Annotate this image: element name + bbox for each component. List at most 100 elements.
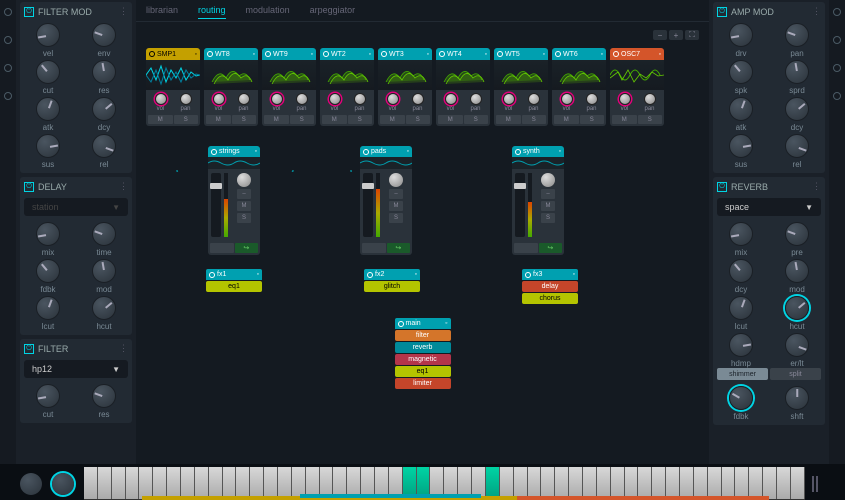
tab-routing[interactable]: routing [198,2,226,19]
osc-button-M[interactable]: M [438,115,463,124]
mixer-button-–[interactable]: – [541,189,555,199]
preset-dropdown[interactable]: space ▼ [717,198,821,216]
fader-handle[interactable] [514,183,526,189]
power-icon[interactable] [209,272,215,278]
panel-menu-icon[interactable]: ⋮ [812,181,821,192]
knob-dial[interactable] [785,333,809,357]
piano-key[interactable] [694,467,708,499]
knob-dial[interactable] [785,23,809,47]
piano-key[interactable] [625,467,639,499]
knob-dial[interactable] [470,93,482,105]
keyboard-handle[interactable] [812,476,814,492]
mixer-menu-icon[interactable]: ◦ [407,148,409,155]
rail-slot[interactable] [4,64,12,72]
osc-menu-icon[interactable]: ◦ [659,51,661,58]
waveform-display[interactable] [320,60,374,90]
piano-key[interactable] [791,467,805,499]
knob-dial[interactable] [729,97,753,121]
power-icon[interactable]: ⏻ [24,182,34,192]
piano-key[interactable] [236,467,250,499]
waveform-display[interactable] [436,60,490,90]
knob-dial[interactable] [36,259,60,283]
tab-arpeggiator[interactable]: arpeggiator [310,2,356,19]
mixer-menu-icon[interactable]: ◦ [559,148,561,155]
fx-slot-chorus[interactable]: chorus [522,293,578,304]
pan-knob[interactable] [541,173,555,187]
knob-dial[interactable] [271,93,283,105]
piano-key[interactable] [749,467,763,499]
knob-dial[interactable] [92,222,116,246]
piano-key[interactable] [722,467,736,499]
knob-dial[interactable] [619,93,631,105]
piano-key[interactable] [569,467,583,499]
tab-modulation[interactable]: modulation [246,2,290,19]
fader-handle[interactable] [210,183,222,189]
osc-button-S[interactable]: S [406,115,431,124]
waveform-display[interactable] [146,60,200,90]
piano-key[interactable] [680,467,694,499]
piano-key[interactable] [708,467,722,499]
osc-menu-icon[interactable]: ◦ [253,51,255,58]
fader-handle[interactable] [362,183,374,189]
knob-dial[interactable] [729,386,753,410]
knob-dial[interactable] [354,93,366,105]
osc-header[interactable]: SMP1 ◦ [146,48,200,60]
mixer-foot-btn[interactable] [362,243,386,253]
knob-dial[interactable] [36,60,60,84]
osc-button-S[interactable]: S [290,115,315,124]
piano-key[interactable] [541,467,555,499]
knob-dial[interactable] [729,333,753,357]
mixer-menu-icon[interactable]: ◦ [255,148,257,155]
knob-dial[interactable] [586,93,598,105]
osc-button-M[interactable]: M [264,115,289,124]
power-icon[interactable] [211,149,217,155]
knob-dial[interactable] [92,384,116,408]
fx-menu-icon[interactable]: ◦ [415,271,417,278]
rail-slot[interactable] [833,36,841,44]
zoom-out-button[interactable]: − [653,30,667,40]
waveform-display[interactable] [610,60,664,90]
osc-menu-icon[interactable]: ◦ [427,51,429,58]
osc-button-S[interactable]: S [232,115,257,124]
power-icon[interactable] [555,51,561,57]
piano-key[interactable] [735,467,749,499]
osc-menu-icon[interactable]: ◦ [369,51,371,58]
piano-key[interactable] [528,467,542,499]
mixer-send-btn[interactable]: ↪ [235,243,259,253]
rail-slot[interactable] [833,64,841,72]
osc-header[interactable]: WT5 ◦ [494,48,548,60]
knob-dial[interactable] [785,134,809,158]
knob-dial[interactable] [36,222,60,246]
knob-dial[interactable] [729,134,753,158]
piano-key[interactable] [611,467,625,499]
knob-dial[interactable] [329,93,341,105]
rail-slot[interactable] [4,8,12,16]
power-icon[interactable] [149,51,155,57]
power-icon[interactable] [515,149,521,155]
osc-button-S[interactable]: S [580,115,605,124]
toggle-split[interactable]: split [770,368,821,380]
mixer-header[interactable]: synth ◦ [512,146,564,157]
piano-key[interactable] [652,467,666,499]
piano-key[interactable] [167,467,181,499]
piano-key[interactable] [500,467,514,499]
knob-dial[interactable] [36,296,60,320]
knob-dial[interactable] [36,384,60,408]
power-icon[interactable] [613,51,619,57]
knob-dial[interactable] [238,93,250,105]
main-slot-filter[interactable]: filter [395,330,451,341]
knob-dial[interactable] [155,93,167,105]
piano-key[interactable] [195,467,209,499]
piano-keys[interactable] [84,467,805,500]
osc-button-M[interactable]: M [380,115,405,124]
osc-header[interactable]: WT4 ◦ [436,48,490,60]
osc-header[interactable]: OSC7 ◦ [610,48,664,60]
piano-key[interactable] [486,467,500,499]
piano-key[interactable] [84,467,98,499]
osc-header[interactable]: WT3 ◦ [378,48,432,60]
toggle-shimmer[interactable]: shimmer [717,368,768,380]
osc-button-M[interactable]: M [148,115,173,124]
piano-key[interactable] [126,467,140,499]
piano-key[interactable] [181,467,195,499]
piano-key[interactable] [555,467,569,499]
